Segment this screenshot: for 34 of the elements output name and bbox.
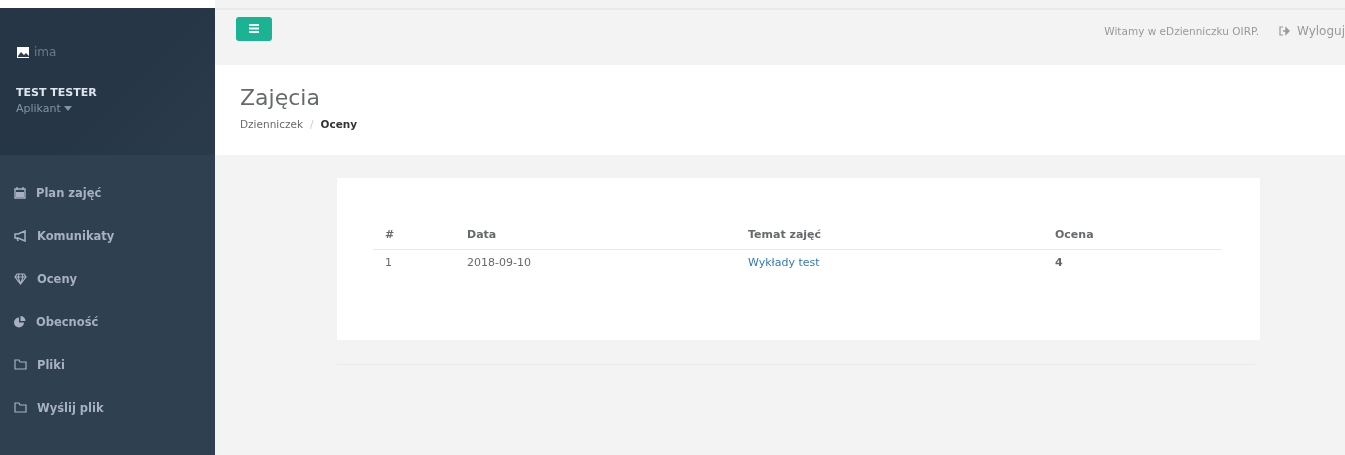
logout-link[interactable]: Wyloguj xyxy=(1279,23,1345,38)
table-cell-text: 1 xyxy=(385,256,393,269)
column-header: Ocena xyxy=(1055,228,1095,241)
broken-image-icon xyxy=(16,45,30,59)
column-header: Data xyxy=(467,228,498,241)
sign-out-icon xyxy=(1279,25,1291,36)
menu-icon xyxy=(249,24,259,33)
table-cell-text: 4 xyxy=(1055,256,1064,269)
sidebar-item[interactable]: Wyślij plik xyxy=(0,386,215,429)
page-title: Zajęcia xyxy=(240,85,321,110)
caret-icon xyxy=(63,106,72,111)
sidebar-item[interactable]: Plan zajęć xyxy=(0,171,215,214)
user-name: TEST TESTER xyxy=(16,86,98,99)
megaphone-icon xyxy=(14,229,27,242)
breadcrumb-link[interactable]: Oceny xyxy=(320,118,358,130)
column-header: Temat zajęć xyxy=(748,228,823,241)
column-header: # xyxy=(385,228,396,241)
table-cell-text: 2018-09-10 xyxy=(467,256,532,269)
sidebar-item[interactable]: Oceny xyxy=(0,257,215,300)
sidebar-item[interactable]: Obecność xyxy=(0,300,215,343)
folder-icon xyxy=(14,359,27,370)
diamond-icon xyxy=(14,272,27,285)
welcome-text: Witamy w eDzienniczku OIRP. xyxy=(1104,24,1259,37)
pie-chart-icon xyxy=(14,315,26,328)
sidebar-item[interactable]: Komunikaty xyxy=(0,214,215,257)
calendar-icon xyxy=(14,186,26,199)
breadcrumb-link[interactable]: Dzienniczek xyxy=(240,118,304,130)
logo-text: ima xyxy=(34,45,57,59)
user-role-dropdown[interactable]: Aplikant xyxy=(16,102,72,115)
folder-icon xyxy=(14,402,27,413)
topic-link[interactable]: Wykłady test xyxy=(748,256,1055,269)
sidebar-item[interactable]: Pliki xyxy=(0,343,215,386)
breadcrumb-separator: / xyxy=(310,118,314,130)
menu-button[interactable] xyxy=(236,16,272,41)
